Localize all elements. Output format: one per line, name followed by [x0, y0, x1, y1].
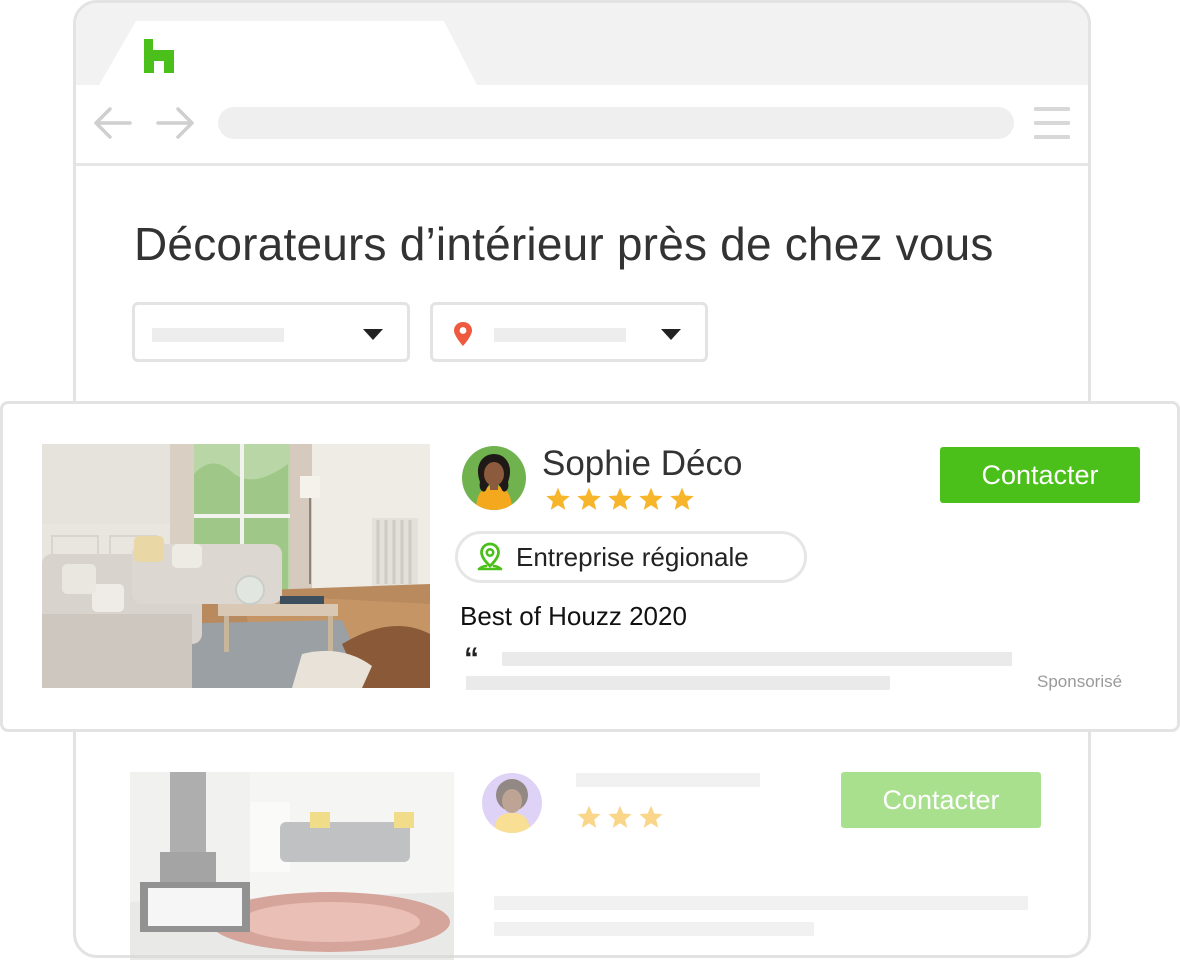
star-icon — [639, 805, 663, 828]
tab-bar — [76, 3, 1088, 87]
rating-stars — [545, 486, 695, 512]
hamburger-menu-icon[interactable] — [1034, 107, 1070, 139]
location-dropdown[interactable] — [430, 302, 708, 362]
navigation-bar — [76, 85, 1088, 166]
arrow-right-icon[interactable] — [156, 105, 196, 141]
sponsored-label: Sponsorisé — [1037, 672, 1123, 691]
arrow-left-icon[interactable] — [92, 105, 132, 141]
star-icon — [639, 487, 663, 510]
star-icon — [670, 487, 694, 510]
second-pro-card[interactable]: Contacter — [0, 740, 1180, 960]
location-pin-icon — [477, 542, 503, 571]
dropdown-placeholder — [152, 328, 284, 342]
badge-label: Entreprise régionale — [516, 541, 749, 572]
houzz-logo-icon — [144, 39, 174, 73]
contact-button[interactable]: Contacter — [940, 447, 1140, 503]
project-photo[interactable] — [130, 772, 454, 960]
review-placeholder-line — [494, 922, 814, 936]
star-icon — [577, 487, 601, 510]
name-placeholder — [576, 773, 760, 787]
quote-icon: “ — [464, 642, 479, 675]
award-label: Best of Houzz 2020 — [460, 601, 687, 631]
star-icon — [546, 487, 570, 510]
page-title: Décorateurs d’intérieur près de chez vou… — [134, 218, 994, 270]
star-icon — [608, 487, 632, 510]
star-icon — [608, 805, 632, 828]
pro-name[interactable]: Sophie Déco — [542, 444, 742, 484]
review-placeholder-line — [466, 676, 890, 690]
map-pin-icon — [454, 322, 472, 346]
review-placeholder-line — [502, 652, 1012, 666]
review-placeholder-line — [494, 896, 1028, 910]
address-bar[interactable] — [218, 107, 1014, 139]
caret-down-icon — [363, 329, 383, 340]
rating-stars — [576, 804, 664, 830]
star-icon — [577, 805, 601, 828]
category-dropdown[interactable] — [132, 302, 410, 362]
featured-pro-card[interactable]: Sophie Déco Contacter Entreprise régiona… — [0, 401, 1180, 732]
avatar[interactable] — [462, 446, 526, 510]
avatar[interactable] — [482, 773, 542, 833]
regional-business-badge: Entreprise régionale — [455, 531, 807, 583]
project-photo[interactable] — [42, 444, 430, 688]
contact-button[interactable]: Contacter — [841, 772, 1041, 828]
caret-down-icon — [661, 329, 681, 340]
dropdown-placeholder — [494, 328, 626, 342]
